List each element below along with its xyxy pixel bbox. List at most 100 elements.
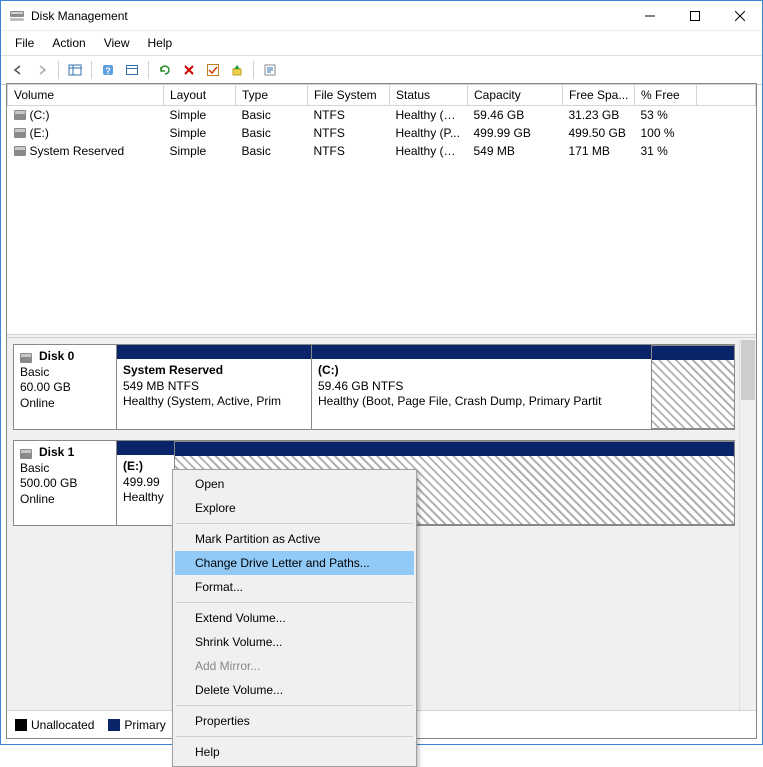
volume-list-pane: Volume Layout Type File System Status Ca… (7, 84, 756, 334)
menu-view[interactable]: View (96, 33, 138, 53)
partition-status: Healthy (System, Active, Prim (123, 394, 281, 408)
disk-type: Basic (20, 365, 110, 381)
cell-type: Basic (236, 142, 308, 160)
help-button[interactable]: ? (97, 59, 119, 81)
drive-icon (20, 353, 32, 363)
disk-size: 60.00 GB (20, 380, 110, 396)
partition-size: 549 MB NTFS (123, 379, 199, 393)
cell-type: Basic (236, 124, 308, 142)
partition-band (312, 345, 651, 359)
cell-type: Basic (236, 106, 308, 125)
swatch-black-icon (15, 719, 27, 731)
col-filesystem[interactable]: File System (308, 85, 390, 106)
drive-icon (14, 128, 26, 138)
partition-band (117, 441, 174, 455)
disk-type: Basic (20, 461, 110, 477)
legend-primary: Primary (108, 718, 165, 732)
cell-capacity: 499.99 GB (468, 124, 563, 142)
column-headers[interactable]: Volume Layout Type File System Status Ca… (8, 85, 756, 106)
volume-name: System Reserved (30, 144, 125, 158)
menubar: File Action View Help (1, 31, 762, 55)
close-button[interactable] (717, 1, 762, 30)
cell-free: 171 MB (563, 142, 635, 160)
col-pctfree[interactable]: % Free (635, 85, 697, 106)
cell-pct: 31 % (635, 142, 697, 160)
disk-header[interactable]: Disk 0 Basic 60.00 GB Online (13, 344, 117, 430)
delete-button[interactable] (178, 59, 200, 81)
menu-separator (176, 523, 413, 524)
cell-fs: NTFS (308, 106, 390, 125)
menu-action[interactable]: Action (44, 33, 93, 53)
volume-row[interactable]: System Reserved Simple Basic NTFS Health… (8, 142, 756, 160)
svg-text:?: ? (105, 66, 111, 76)
refresh-button[interactable] (154, 59, 176, 81)
menu-item[interactable]: Shrink Volume... (175, 630, 414, 654)
partition-title: (C:) (318, 363, 339, 377)
partition-status: Healthy (123, 490, 164, 504)
cell-layout: Simple (164, 124, 236, 142)
partition-band (652, 346, 734, 360)
menu-item: Add Mirror... (175, 654, 414, 678)
properties-button[interactable] (259, 59, 281, 81)
cell-fs: NTFS (308, 142, 390, 160)
disk-size: 500.00 GB (20, 476, 110, 492)
menu-help[interactable]: Help (140, 33, 181, 53)
show-hide-tree-button[interactable] (64, 59, 86, 81)
menu-item[interactable]: Explore (175, 496, 414, 520)
vertical-scrollbar[interactable] (739, 338, 756, 710)
toolbar: ? (1, 55, 762, 85)
partition-title: (E:) (123, 459, 143, 473)
toolbar-divider (253, 61, 254, 79)
menu-item[interactable]: Extend Volume... (175, 606, 414, 630)
settings-view-button[interactable] (121, 59, 143, 81)
toolbar-divider (148, 61, 149, 79)
unallocated-block[interactable] (652, 345, 734, 429)
window-title: Disk Management (31, 9, 627, 23)
maximize-button[interactable] (672, 1, 717, 30)
drive-icon (14, 146, 26, 156)
disk-header[interactable]: Disk 1 Basic 500.00 GB Online (13, 440, 117, 526)
menu-item[interactable]: Delete Volume... (175, 678, 414, 702)
volume-row[interactable]: (E:) Simple Basic NTFS Healthy (P... 499… (8, 124, 756, 142)
col-capacity[interactable]: Capacity (468, 85, 563, 106)
legend-unallocated: Unallocated (15, 718, 94, 732)
menu-item[interactable]: Help (175, 740, 414, 764)
menu-item[interactable]: Format... (175, 575, 414, 599)
col-spacer (697, 85, 756, 106)
col-status[interactable]: Status (390, 85, 468, 106)
check-button[interactable] (202, 59, 224, 81)
menu-item[interactable]: Open (175, 472, 414, 496)
cell-pct: 53 % (635, 106, 697, 125)
volume-name: (C:) (30, 108, 50, 122)
col-freespace[interactable]: Free Spa... (563, 85, 635, 106)
partition-block[interactable]: (C:) 59.46 GB NTFS Healthy (Boot, Page F… (312, 345, 652, 429)
minimize-button[interactable] (627, 1, 672, 30)
forward-button[interactable] (31, 59, 53, 81)
up-button[interactable] (226, 59, 248, 81)
menu-separator (176, 602, 413, 603)
volume-row[interactable]: (C:) Simple Basic NTFS Healthy (B... 59.… (8, 106, 756, 125)
disk-partitions: System Reserved 549 MB NTFS Healthy (Sys… (117, 344, 735, 430)
partition-title: System Reserved (123, 363, 223, 377)
col-volume[interactable]: Volume (8, 85, 164, 106)
disk-name: Disk 1 (39, 445, 74, 461)
menu-separator (176, 736, 413, 737)
menu-item[interactable]: Properties (175, 709, 414, 733)
menu-item[interactable]: Change Drive Letter and Paths... (175, 551, 414, 575)
drive-icon (14, 110, 26, 120)
cell-status: Healthy (B... (390, 106, 468, 125)
back-button[interactable] (7, 59, 29, 81)
col-type[interactable]: Type (236, 85, 308, 106)
menu-item[interactable]: Mark Partition as Active (175, 527, 414, 551)
cell-free: 31.23 GB (563, 106, 635, 125)
partition-block[interactable]: System Reserved 549 MB NTFS Healthy (Sys… (117, 345, 312, 429)
col-layout[interactable]: Layout (164, 85, 236, 106)
context-menu[interactable]: OpenExplore Mark Partition as ActiveChang… (172, 469, 417, 767)
volume-table[interactable]: Volume Layout Type File System Status Ca… (7, 84, 756, 160)
menu-file[interactable]: File (7, 33, 42, 53)
menu-separator (176, 705, 413, 706)
cell-layout: Simple (164, 106, 236, 125)
volume-name: (E:) (30, 126, 49, 140)
partition-block[interactable]: (E:) 499.99 Healthy (117, 441, 175, 525)
scroll-thumb[interactable] (741, 340, 755, 400)
